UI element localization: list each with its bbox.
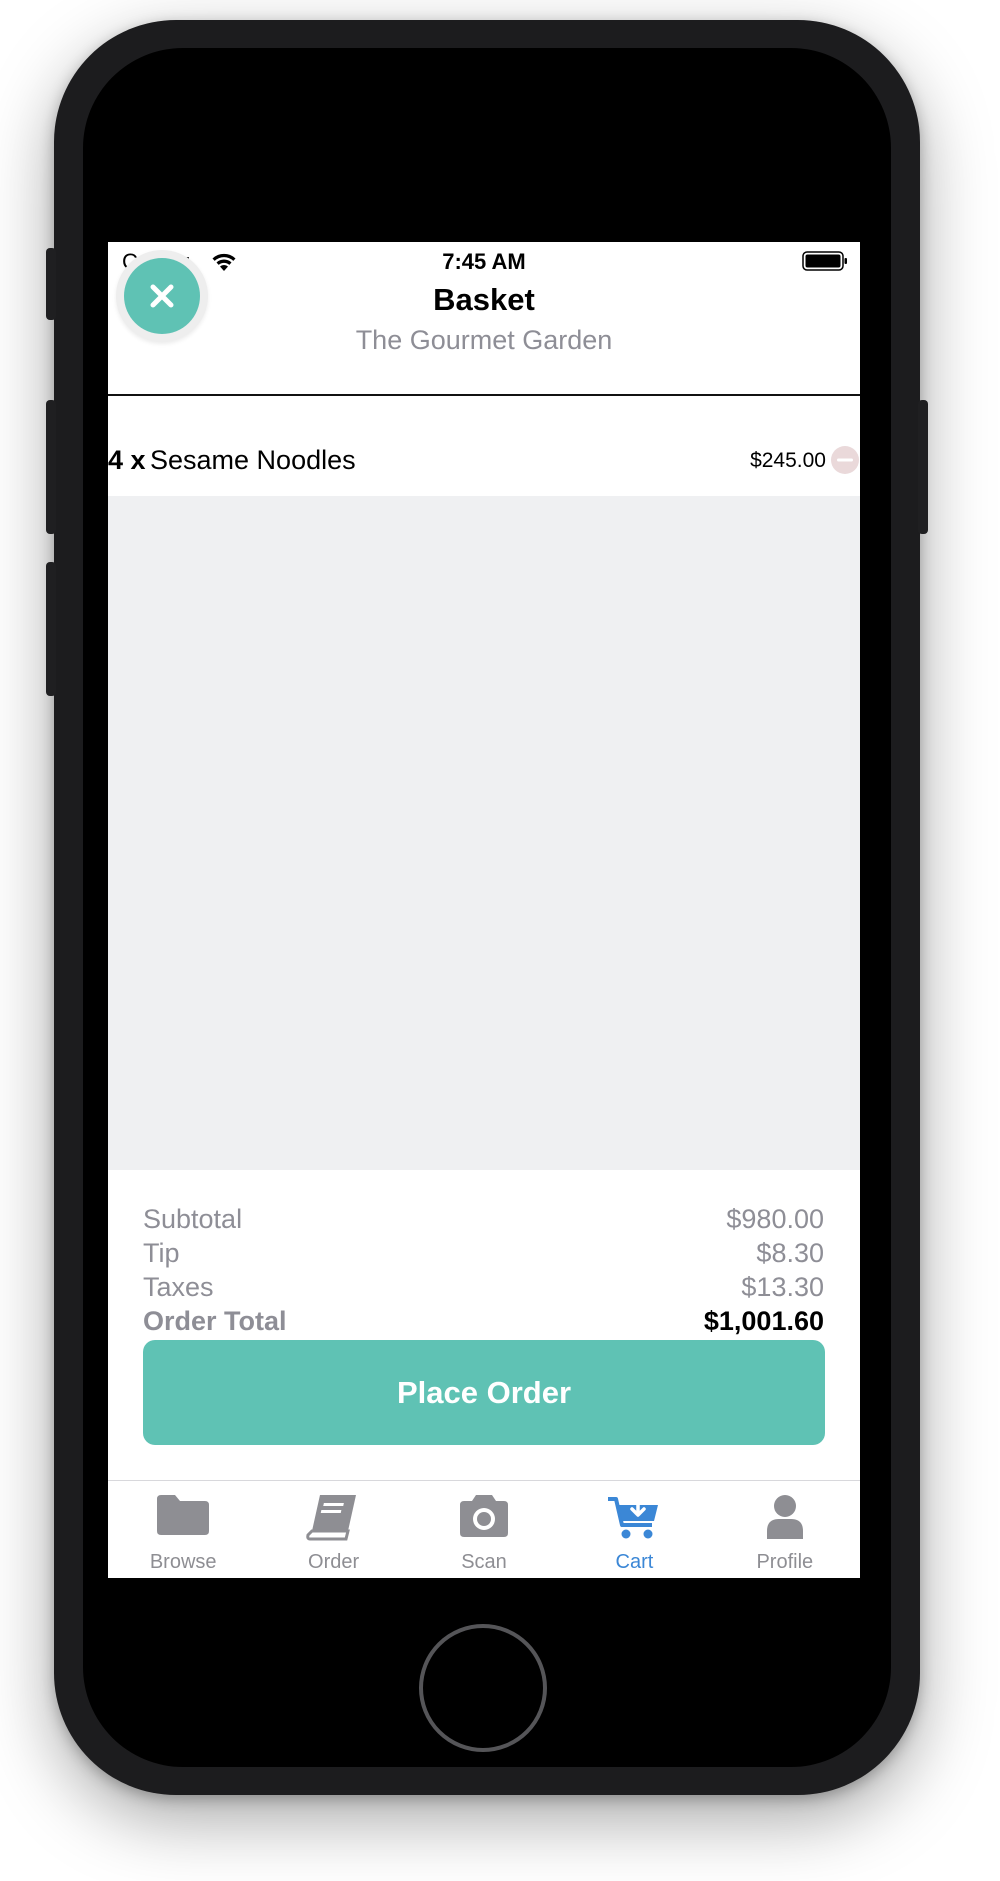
home-button[interactable] [419, 1624, 547, 1752]
taxes-label: Taxes [143, 1272, 214, 1302]
minus-circle-icon[interactable] [830, 445, 860, 475]
tab-cart-label: Cart [615, 1551, 654, 1573]
tip-value: $8.30 [756, 1238, 824, 1268]
tab-scan[interactable]: Scan [409, 1481, 559, 1578]
status-bar: Carrier 7:45 AM [108, 242, 860, 282]
book-icon [305, 1495, 356, 1541]
tip-label: Tip [143, 1238, 180, 1268]
tab-browse-label: Browse [149, 1551, 217, 1573]
tab-browse[interactable]: Browse [108, 1481, 258, 1578]
taxes-value: $13.30 [741, 1272, 824, 1302]
mute-switch [46, 248, 56, 320]
subtotal-label: Subtotal [143, 1204, 243, 1234]
subtotal-value: $980.00 [726, 1204, 824, 1234]
tab-profile-label: Profile [756, 1551, 814, 1573]
place-order-button[interactable]: Place Order [143, 1340, 825, 1445]
item-quantity: 4 x [108, 445, 146, 475]
order-total-label: Order Total [143, 1306, 287, 1336]
tab-profile[interactable]: Profile [710, 1481, 860, 1578]
tab-cart[interactable]: Cart [559, 1481, 709, 1578]
tab-scan-label: Scan [461, 1551, 507, 1573]
page-title: Basket [433, 282, 535, 317]
taxes-row: Taxes $13.30 [143, 1272, 824, 1306]
tab-order-label: Order [308, 1551, 360, 1573]
basket-item-row[interactable]: 4 x Sesame Noodles $245.00 [108, 440, 860, 496]
item-name: Sesame Noodles [150, 445, 356, 475]
item-price: $245.00 [750, 449, 826, 472]
order-total-row: Order Total $1,001.60 [143, 1306, 824, 1340]
battery-icon [802, 251, 847, 271]
camera-icon [460, 1495, 509, 1537]
header-divider [108, 394, 860, 396]
app-screen: Carrier 7:45 AM Basket The Gourmet Garde… [108, 242, 860, 1578]
person-icon [766, 1495, 803, 1539]
tip-row: Tip $8.30 [143, 1238, 824, 1272]
tab-order[interactable]: Order [258, 1481, 408, 1578]
order-total-value: $1,001.60 [703, 1306, 824, 1336]
restaurant-name: The Gourmet Garden [355, 325, 613, 355]
order-summary: Subtotal $980.00 Tip $8.30 Taxes $13.30 … [143, 1204, 824, 1340]
volume-up-button [46, 400, 56, 534]
subtotal-row: Subtotal $980.00 [143, 1204, 824, 1238]
basket-list [108, 474, 860, 1170]
volume-down-button [46, 562, 56, 696]
status-time: 7:45 AM [442, 249, 526, 274]
cart-icon [608, 1497, 659, 1539]
folder-icon [157, 1495, 210, 1535]
power-button [918, 400, 928, 534]
tab-bar: Browse Order Scan Cart Profile [108, 1481, 860, 1578]
